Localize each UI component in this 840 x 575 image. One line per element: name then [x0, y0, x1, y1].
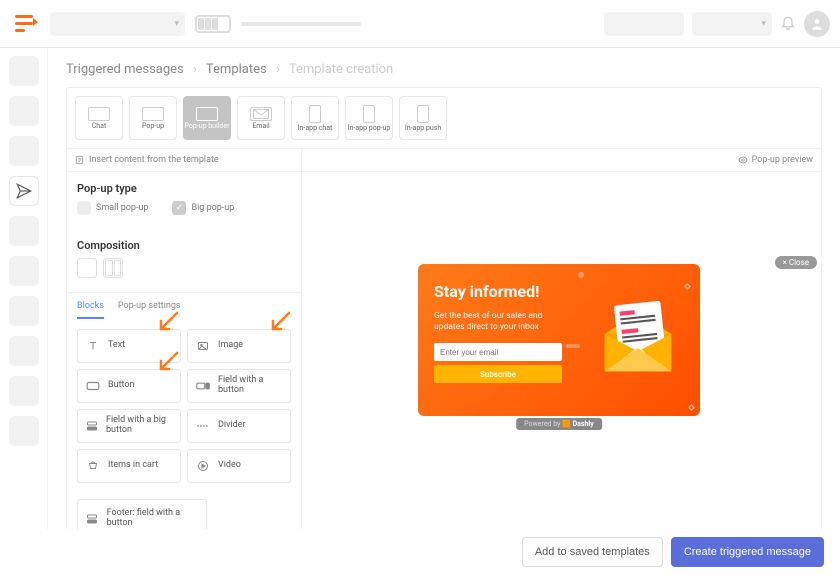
composition-split[interactable]: [103, 258, 123, 278]
video-icon: [196, 459, 210, 473]
eye-icon: [738, 155, 748, 165]
block-button[interactable]: Button: [77, 369, 181, 403]
rail-item[interactable]: [9, 56, 39, 86]
rail-item[interactable]: [9, 376, 39, 406]
block-items-in-cart[interactable]: Items in cart: [77, 449, 181, 483]
text-icon: [86, 339, 100, 353]
tab-popup-settings[interactable]: Pop-up settings: [118, 301, 181, 319]
footer-actions: Add to saved templates Create triggered …: [0, 529, 840, 575]
channel-inapp-chat[interactable]: In-app chat: [291, 96, 339, 140]
rail-item[interactable]: [9, 416, 39, 446]
powered-by[interactable]: Powered by 🟧 Dashly: [516, 418, 602, 430]
composition-single[interactable]: [77, 258, 97, 278]
tab-blocks[interactable]: Blocks: [77, 301, 104, 319]
divider-icon: [196, 419, 210, 433]
avatar[interactable]: [804, 11, 830, 37]
rail-item[interactable]: [9, 216, 39, 246]
field-button-icon: [196, 379, 210, 393]
radio-small-popup[interactable]: Small pop-up: [77, 201, 148, 215]
topbar-ph-1[interactable]: [604, 12, 684, 36]
app-logo: [10, 9, 40, 39]
cart-icon: [86, 459, 100, 473]
block-field-big-button[interactable]: Field with a big button: [77, 409, 181, 443]
breadcrumb-triggered[interactable]: Triggered messages: [66, 62, 184, 77]
radio-big-popup[interactable]: ✓Big pop-up: [172, 201, 234, 215]
popup-subscribe-button[interactable]: Subscribe: [434, 365, 562, 383]
popup-body: Get the best of our sales and updates di…: [434, 311, 564, 333]
rail-item[interactable]: [9, 136, 39, 166]
popup-email-input[interactable]: [434, 343, 562, 361]
insert-content-link[interactable]: Insert content from the template: [67, 149, 301, 172]
side-rail: [0, 48, 48, 575]
channel-popup[interactable]: Pop-up: [129, 96, 177, 140]
rail-item[interactable]: [9, 96, 39, 126]
image-icon: [196, 339, 210, 353]
button-icon: [86, 379, 100, 393]
create-triggered-button[interactable]: Create triggered message: [671, 537, 824, 567]
bell-icon[interactable]: [780, 14, 796, 34]
usage-indicator: [195, 15, 231, 33]
rail-item-triggered[interactable]: [9, 176, 39, 206]
footer-icon: [86, 512, 99, 526]
breadcrumb-current: Template creation: [289, 62, 393, 77]
placeholder-line: [241, 22, 361, 26]
block-field-button[interactable]: Field with a button: [187, 369, 291, 403]
rail-item[interactable]: [9, 296, 39, 326]
composition-title: Composition: [67, 229, 301, 258]
breadcrumb-templates[interactable]: Templates: [206, 62, 267, 77]
popup-close[interactable]: × Close: [775, 256, 817, 269]
save-template-button[interactable]: Add to saved templates: [522, 537, 663, 567]
block-divider[interactable]: Divider: [187, 409, 291, 443]
topbar: [0, 0, 840, 48]
channel-chat[interactable]: Chat: [75, 96, 123, 140]
topbar-dropdown[interactable]: [692, 12, 772, 36]
preview-label-row: Pop-up preview: [302, 149, 821, 172]
popup-preview: Stay informed! Get the best of our sales…: [418, 264, 700, 416]
popup-type-title: Pop-up type: [67, 172, 301, 201]
channel-picker: Chat Pop-up Pop-up builder Email In-app …: [67, 88, 821, 149]
channel-popup-builder[interactable]: Pop-up builder: [183, 96, 231, 140]
workspace-dropdown[interactable]: [50, 12, 185, 36]
block-image[interactable]: Image: [187, 329, 291, 363]
field-big-button-icon: [86, 419, 98, 433]
breadcrumb: Triggered messages › Templates › Templat…: [48, 48, 840, 87]
envelope-illustration: [588, 288, 688, 388]
rail-item[interactable]: [9, 336, 39, 366]
builder-card: Chat Pop-up Pop-up builder Email In-app …: [66, 87, 822, 550]
channel-email[interactable]: Email: [237, 96, 285, 140]
channel-inapp-popup[interactable]: In-app pop-up: [345, 96, 393, 140]
block-text[interactable]: Text: [77, 329, 181, 363]
channel-inapp-push[interactable]: In-app push: [399, 96, 447, 140]
block-video[interactable]: Video: [187, 449, 291, 483]
rail-item[interactable]: [9, 256, 39, 286]
